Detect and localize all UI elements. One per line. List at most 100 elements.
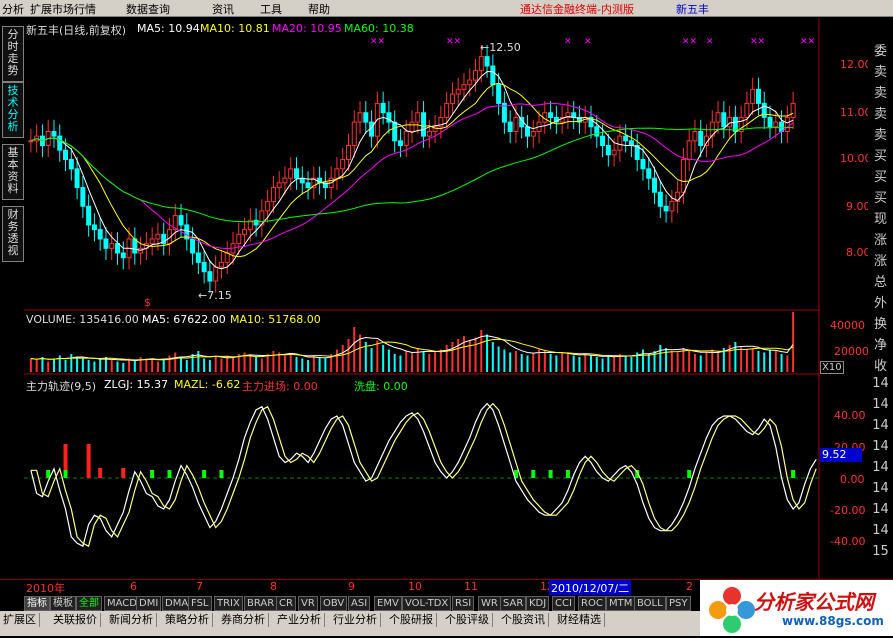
- tab-financial[interactable]: 财务透视: [2, 206, 24, 262]
- bottom-tab-7[interactable]: 行业分析: [330, 613, 381, 627]
- wash-label: 洗盘: 0.00: [354, 380, 408, 393]
- menu-item-help[interactable]: 帮助: [308, 1, 330, 17]
- indicator-tick: -20.00: [830, 504, 866, 517]
- menu-item-analysis[interactable]: 分析: [2, 1, 24, 17]
- main-chart-header: 新五丰(日线,前复权): [26, 24, 127, 37]
- high-annotation: ←12.50: [480, 41, 521, 54]
- indicator-tab-boll[interactable]: BOLL: [634, 596, 666, 611]
- menu-item-data-query[interactable]: 数据查询: [126, 1, 170, 17]
- side-panel-label: 14: [872, 376, 889, 391]
- bottom-tab-4[interactable]: 策略分析: [162, 613, 213, 627]
- indicator-tab-cr[interactable]: CR: [276, 596, 296, 611]
- indicator-tab-sar[interactable]: SAR: [500, 596, 527, 611]
- indicator-tab-cci[interactable]: CCI: [552, 596, 575, 611]
- indicator-tab-全部[interactable]: 全部: [76, 596, 102, 611]
- indicator-tab-dma[interactable]: DMA: [162, 596, 192, 611]
- signal-marker: $: [144, 296, 151, 309]
- candle-body: [530, 130, 536, 137]
- quote-side-panel: 委卖卖卖卖买买买现涨涨总外换净收 14 14 14 14 14 14 14 14 15: [868, 40, 893, 580]
- candle-body: [236, 233, 242, 245]
- candle-body: [149, 238, 155, 245]
- candle-body: [686, 140, 692, 161]
- volume-tick: 40000: [830, 319, 865, 332]
- candle-body: [507, 121, 513, 132]
- candle-body: [363, 112, 369, 123]
- bottom-tab-9[interactable]: 个股评级: [442, 613, 493, 627]
- side-panel-label: 14: [872, 418, 889, 433]
- month-label: 10: [408, 580, 422, 593]
- candle-body: [190, 238, 196, 254]
- menu-bar: 分析 扩展市场行情 数据查询 资讯 工具 帮助 通达信金融终端-内测版 新五丰: [0, 0, 893, 17]
- side-panel-label: 14: [872, 481, 889, 496]
- indicator-tab-模板[interactable]: 模板: [50, 596, 76, 611]
- menu-item-extended-market[interactable]: 扩展市场行情: [30, 1, 96, 17]
- candle-body: [761, 102, 767, 118]
- high-note: 12.50: [489, 41, 521, 54]
- candle-body: [467, 79, 473, 86]
- indicator-tab-vr[interactable]: VR: [298, 596, 318, 611]
- side-panel-label: 卖: [873, 107, 887, 122]
- candle-body: [97, 229, 103, 240]
- menu-item-tools[interactable]: 工具: [260, 1, 282, 17]
- candle-body: [455, 88, 461, 95]
- svg-text:✕: ✕: [706, 37, 714, 47]
- left-tab-strip: 分时走势 技术分析 基本资料 财务透视: [0, 18, 24, 574]
- bottom-tab-3[interactable]: 新闻分析: [106, 613, 157, 627]
- indicator-tab-macd[interactable]: MACD: [104, 596, 140, 611]
- chart-canvas[interactable]: ✕✕ ✕✕ ✕ ✕ ✕✕ ✕ ✕✕ ✕✕ $: [24, 18, 820, 580]
- indicator-tab-psy[interactable]: PSY: [666, 596, 691, 611]
- candle-body: [282, 177, 288, 184]
- menu-item-news[interactable]: 资讯: [212, 1, 234, 17]
- low-note: 7.15: [207, 289, 232, 302]
- candle-body: [288, 168, 294, 179]
- indicator-tab-kdj[interactable]: KDJ: [526, 596, 550, 611]
- bottom-tab-8[interactable]: 个股研报: [386, 613, 437, 627]
- indicator-tab-vol-tdx[interactable]: VOL-TDX: [402, 596, 452, 611]
- candle-body: [721, 112, 727, 128]
- month-label: 7: [196, 580, 203, 593]
- candle-body: [109, 243, 115, 249]
- logo-text: 分析家公式网: [754, 590, 874, 614]
- side-panel-label: 15: [872, 544, 889, 559]
- bottom-tab-10[interactable]: 个股资讯: [498, 613, 549, 627]
- indicator-tab-emv[interactable]: EMV: [374, 596, 402, 611]
- tab-technical-analysis[interactable]: 技术分析: [2, 82, 24, 138]
- bottom-tab-5[interactable]: 券商分析: [218, 613, 269, 627]
- indicator-tab-rsi[interactable]: RSI: [452, 596, 475, 611]
- tab-time-sharing[interactable]: 分时走势: [2, 26, 24, 82]
- tab-basic-info[interactable]: 基本资料: [2, 144, 24, 200]
- candle-body: [490, 65, 496, 86]
- bottom-tab-11[interactable]: 财经精选: [554, 613, 605, 627]
- side-panel-label: 涨: [873, 233, 887, 248]
- indicator-tab-指标[interactable]: 指标: [24, 596, 50, 611]
- candle-body: [28, 140, 34, 143]
- indicator-tab-roc[interactable]: ROC: [578, 596, 606, 611]
- indicator-tab-wr[interactable]: WR: [478, 596, 501, 611]
- candle-body: [57, 135, 63, 151]
- candle-body: [524, 126, 530, 137]
- indicator-tab-dmi[interactable]: DMI: [136, 596, 162, 611]
- indicator-tab-trix[interactable]: TRIX: [214, 596, 243, 611]
- indicator-tab-obv[interactable]: OBV: [320, 596, 348, 611]
- price-tick: 10.00: [840, 152, 872, 165]
- indicator-tab-brar[interactable]: BRAR: [244, 596, 278, 611]
- volume-header: VOLUME: 135416.00: [26, 313, 139, 326]
- bottom-tab-2[interactable]: 关联报价: [50, 613, 101, 627]
- indicator-tab-asi[interactable]: ASI: [348, 596, 371, 611]
- candle-body: [155, 233, 161, 240]
- side-panel-label: 净: [873, 338, 887, 353]
- svg-text:✕✕: ✕✕: [800, 37, 815, 47]
- candle-body: [484, 56, 490, 67]
- indicator-tab-fsl[interactable]: FSL: [188, 596, 212, 611]
- side-panel-label: 总: [873, 275, 887, 290]
- candle-body: [265, 201, 271, 212]
- side-panel-label: 卖: [873, 128, 887, 143]
- candle-body: [755, 88, 761, 104]
- indicator-tab-mtm[interactable]: MTM: [606, 596, 636, 611]
- bottom-tab-6[interactable]: 产业分析: [274, 613, 325, 627]
- candle-body: [426, 130, 432, 137]
- price-tick: 12.00: [840, 58, 872, 71]
- side-panel-label: 买: [873, 170, 887, 185]
- bottom-tab-1[interactable]: 扩展区: [0, 613, 40, 627]
- candle-body: [750, 88, 756, 104]
